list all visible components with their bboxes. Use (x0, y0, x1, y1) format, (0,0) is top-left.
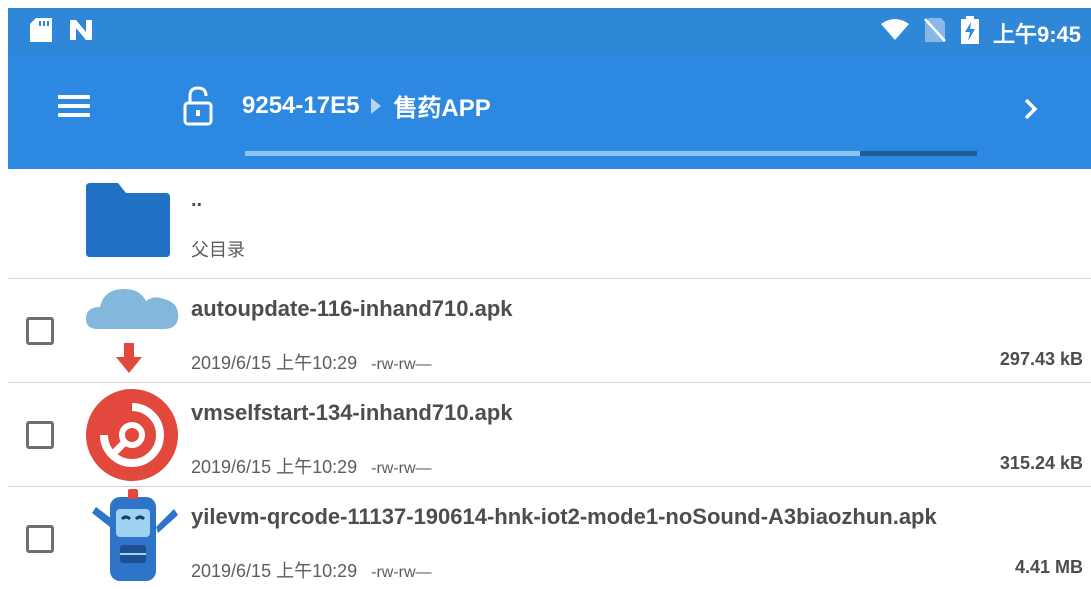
n-logo-icon (68, 18, 94, 47)
file-name: autoupdate-116-inhand710.apk (191, 296, 513, 321)
cloud-download-icon (84, 281, 184, 386)
toolbar: 9254-17E5 售药APP (8, 54, 1091, 169)
battery-charging-icon (960, 16, 979, 49)
wifi-icon (880, 18, 909, 47)
loading-progress-fill (245, 151, 860, 156)
no-sim-icon (923, 17, 947, 48)
file-row[interactable]: vmselfstart-134-inhand710.apk 2019/6/15 … (8, 383, 1091, 487)
folder-icon (84, 181, 172, 264)
lock-open-icon[interactable] (176, 84, 220, 128)
file-permissions: -rw-rw— (371, 356, 432, 373)
status-bar: 上午9:45 (8, 8, 1091, 54)
file-checkbox[interactable] (26, 317, 54, 345)
breadcrumb-separator-icon (371, 97, 382, 114)
status-time: 上午9:45 (992, 21, 1081, 47)
breadcrumb: 9254-17E5 售药APP (242, 88, 491, 123)
file-date: 2019/6/15 上午10:29 (191, 353, 358, 373)
file-manager-screen: 上午9:45 9254-17E5 售药APP .. 父目录 autoupdate… (8, 8, 1091, 589)
file-size: 315.24 kB (999, 453, 1083, 473)
file-date: 2019/6/15 上午10:29 (191, 561, 358, 581)
file-meta: 2019/6/15 上午10:29 -rw-rw— (191, 557, 432, 583)
parent-directory-row[interactable]: .. 父目录 (8, 169, 1091, 279)
file-checkbox[interactable] (26, 421, 54, 449)
file-date: 2019/6/15 上午10:29 (191, 457, 358, 477)
file-name: vmselfstart-134-inhand710.apk (191, 400, 513, 425)
sd-card-icon (30, 18, 52, 47)
robot-app-icon (84, 487, 184, 589)
file-row[interactable]: yilevm-qrcode-11137-190614-hnk-iot2-mode… (8, 487, 1091, 589)
hamburger-menu-icon[interactable] (52, 90, 96, 130)
chevron-right-icon[interactable] (1014, 92, 1048, 126)
breadcrumb-item-folder[interactable]: 售药APP (393, 88, 490, 123)
file-row[interactable]: autoupdate-116-inhand710.apk 2019/6/15 上… (8, 279, 1091, 383)
file-permissions: -rw-rw— (371, 460, 432, 477)
parent-dir-name: .. (191, 189, 203, 211)
loading-progress-bar (245, 151, 977, 156)
file-permissions: -rw-rw— (371, 564, 432, 581)
file-meta: 2019/6/15 上午10:29 -rw-rw— (191, 349, 432, 375)
file-meta: 2019/6/15 上午10:29 -rw-rw— (191, 453, 432, 479)
file-size: 4.41 MB (1014, 557, 1083, 577)
file-size: 297.43 kB (999, 349, 1083, 369)
file-checkbox[interactable] (26, 525, 54, 553)
red-circle-app-icon (84, 387, 180, 488)
breadcrumb-item-device[interactable]: 9254-17E5 (242, 92, 359, 120)
file-name: yilevm-qrcode-11137-190614-hnk-iot2-mode… (191, 504, 937, 529)
parent-dir-label: 父目录 (191, 240, 245, 260)
